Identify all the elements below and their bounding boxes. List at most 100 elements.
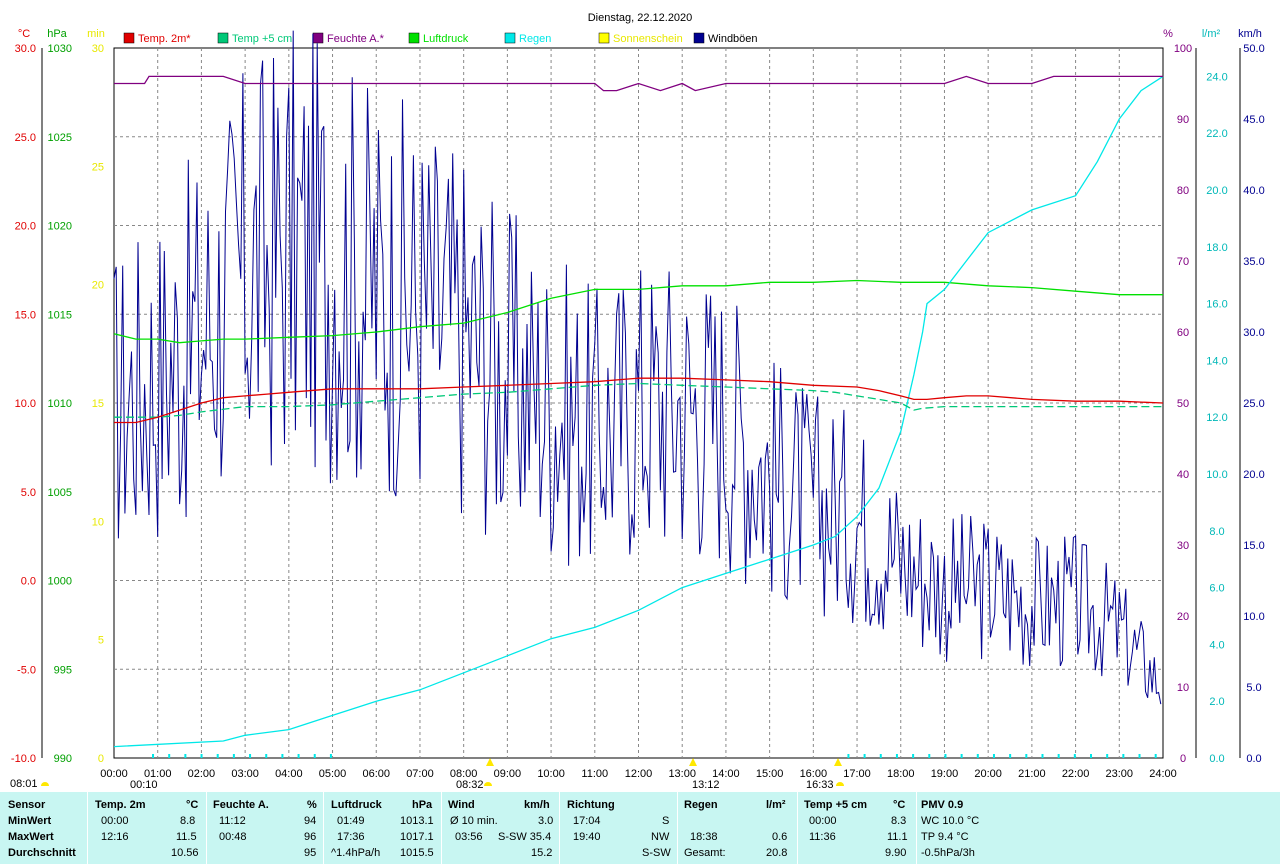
temp5cm-min-time: 00:00 <box>809 815 837 827</box>
humidity-tick-label: 100 <box>1174 43 1192 55</box>
sun-tick-label: 0 <box>98 753 104 765</box>
wind-10min-value: 3.0 <box>538 815 554 827</box>
header-humidity: Feuchte A. <box>213 799 269 811</box>
rain-bar <box>960 754 963 758</box>
sun-unit-label: min <box>87 28 105 40</box>
humidity-tick-label: 80 <box>1177 185 1189 197</box>
header-rain: Regen <box>684 799 718 811</box>
temp-tick-label: 15.0 <box>15 309 36 321</box>
rain-tick-label: 22.0 <box>1206 128 1227 140</box>
temp2m-max-value: 11.5 <box>176 831 197 843</box>
sun-marker-a <box>486 758 494 766</box>
direction-min-time: 17:04 <box>573 815 601 827</box>
time-tick-label: 02:00 <box>188 768 216 780</box>
rain-bar <box>297 754 300 758</box>
rain-bar <box>168 754 171 758</box>
temp-tick-label: 10.0 <box>15 398 36 410</box>
rain-bar <box>895 754 898 758</box>
humidity-tick-label: 50 <box>1177 398 1189 410</box>
rain-tick-label: 6.0 <box>1209 583 1224 595</box>
time-tick-label: 05:00 <box>319 768 347 780</box>
temp5cm-max-time: 11:36 <box>809 831 836 843</box>
rain-tick-label: 8.0 <box>1209 526 1224 538</box>
wind-max-value: S-SW 35.4 <box>498 831 552 843</box>
legend-swatch <box>693 32 705 44</box>
legend-label: Windböen <box>708 33 758 45</box>
legend-swatch <box>598 32 610 44</box>
pressure-tick-label: 1015 <box>48 309 72 321</box>
time-tick-label: 06:00 <box>362 768 390 780</box>
rain-bar <box>1154 754 1157 758</box>
rain-total-label: Gesamt: <box>684 847 726 859</box>
humidity-tick-label: 0 <box>1180 753 1186 765</box>
legend-swatch <box>123 32 135 44</box>
rain-max-value: 0.6 <box>772 831 788 843</box>
pressure-tick-label: 990 <box>54 753 72 765</box>
rain-bar <box>1041 754 1044 758</box>
temp-unit-label: °C <box>18 28 30 40</box>
sun-noon-marker <box>689 758 697 766</box>
humidity-min-time: 11:12 <box>219 815 246 827</box>
header-temp5cm: Temp +5 cm <box>804 799 868 811</box>
temp5cm-min-value: 8.3 <box>891 815 907 827</box>
humidity-tick-label: 70 <box>1177 256 1189 268</box>
wind-tick-label: 0.0 <box>1246 753 1261 765</box>
time-tick-label: 00:00 <box>100 768 128 780</box>
rain-bar <box>1122 754 1125 758</box>
rain-bar <box>928 754 931 758</box>
humidity-tick-label: 90 <box>1177 114 1189 126</box>
humidity-tick-label: 60 <box>1177 327 1189 339</box>
temp-tick-label: 5.0 <box>21 487 36 499</box>
rain-tick-label: 0.0 <box>1209 753 1224 765</box>
rain-bar <box>976 754 979 758</box>
header-pmv: PMV 0.9 <box>921 799 964 811</box>
temp-tick-label: -5.0 <box>17 664 36 676</box>
time-tick-label: 17:00 <box>843 768 871 780</box>
temp5cm-avg-value: 9.90 <box>885 847 907 859</box>
legend-label: Temp. 2m* <box>138 33 191 45</box>
pmv-pressure-trend: -0.5hPa/3h <box>921 847 975 859</box>
humidity-min-value: 94 <box>304 815 317 827</box>
wind-tick-label: 10.0 <box>1243 611 1264 623</box>
rain-bar <box>1138 754 1141 758</box>
rain-bar <box>152 754 155 758</box>
sun-tick-label: 25 <box>92 161 104 173</box>
rain-bar <box>847 754 850 758</box>
header-wind-unit: km/h <box>524 799 550 811</box>
direction-max-value: NW <box>651 831 670 843</box>
pressure-tick-label: 1010 <box>48 398 72 410</box>
legend-swatch <box>408 32 420 44</box>
rain-tick-label: 24.0 <box>1206 71 1227 83</box>
header-pressure: Luftdruck <box>331 799 382 811</box>
wind-10min-label: Ø 10 min. <box>450 815 498 827</box>
temp2m-min-time: 00:00 <box>101 815 129 827</box>
sunrise-icon <box>41 782 49 786</box>
rain-tick-label: 2.0 <box>1209 696 1224 708</box>
rain-max-time: 18:38 <box>690 831 718 843</box>
sun-noon-label: 13:12 <box>692 779 720 791</box>
rain-tick-label: 12.0 <box>1206 412 1227 424</box>
rain-bar <box>1057 754 1060 758</box>
chart-title: Dienstag, 22.12.2020 <box>588 12 693 24</box>
sun-tick-label: 15 <box>92 398 104 410</box>
wind-unit-label: km/h <box>1238 28 1262 40</box>
rain-bar <box>232 754 235 758</box>
time-tick-label: 04:00 <box>275 768 303 780</box>
row-label-min: MinWert <box>8 815 52 827</box>
statistics-table: Sensor Temp. 2m °C Feuchte A. % Luftdruc… <box>0 792 1280 864</box>
pressure-tick-label: 1000 <box>48 576 72 588</box>
rain-bar <box>200 754 203 758</box>
rain-bar <box>1073 754 1076 758</box>
pressure-tick-label: 1020 <box>48 221 72 233</box>
row-label-avg: Durchschnitt <box>8 847 76 859</box>
rain-bar <box>1009 754 1012 758</box>
humidity-tick-label: 30 <box>1177 540 1189 552</box>
time-tick-label: 07:00 <box>406 768 434 780</box>
time-tick-label: 19:00 <box>931 768 959 780</box>
direction-max-time: 19:40 <box>573 831 601 843</box>
rain-bar <box>329 754 332 758</box>
rain-tick-label: 16.0 <box>1206 299 1227 311</box>
rain-bar <box>912 754 915 758</box>
rain-bar <box>184 754 187 758</box>
header-temp2m-unit: °C <box>186 799 199 811</box>
